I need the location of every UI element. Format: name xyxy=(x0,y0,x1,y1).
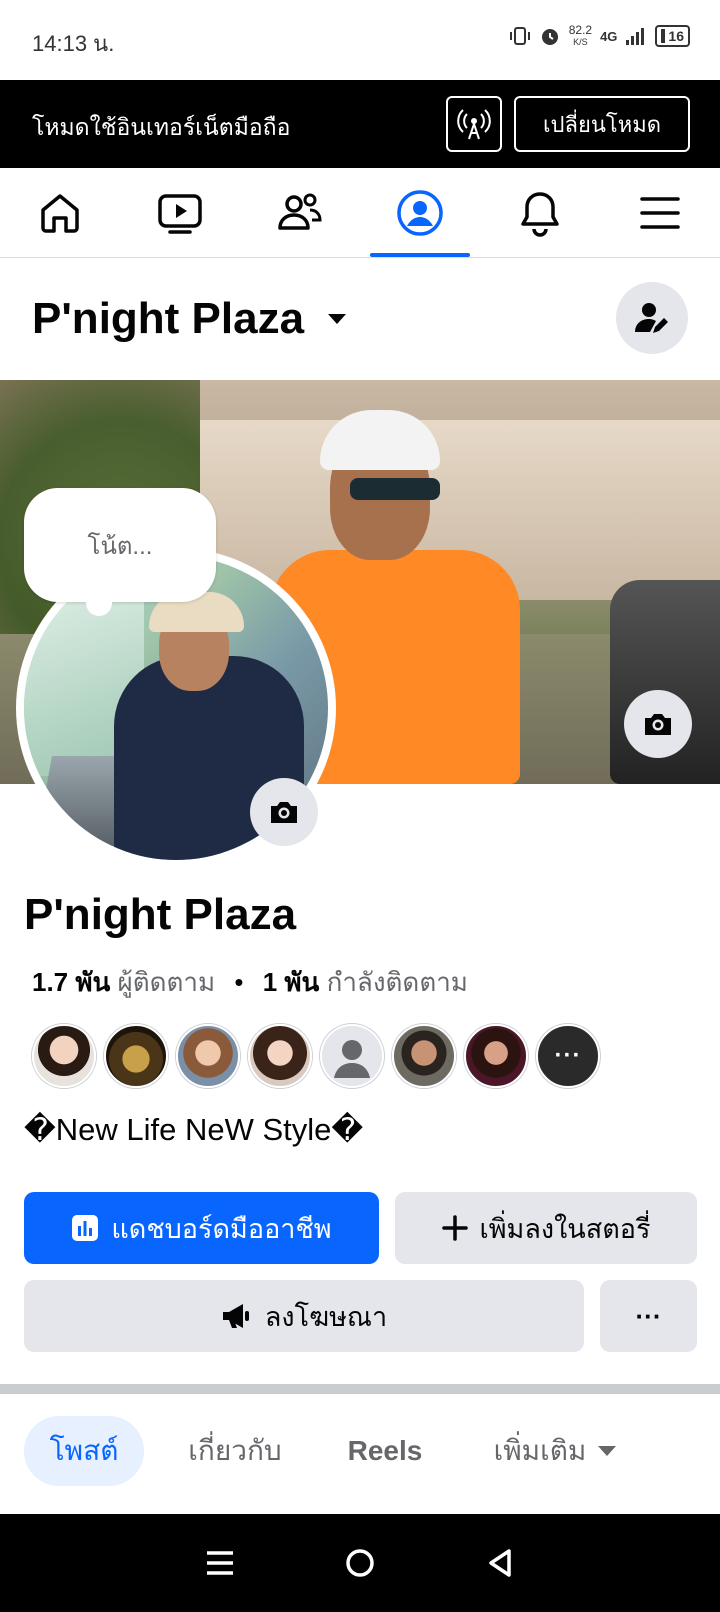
edit-profile-button[interactable] xyxy=(616,282,688,354)
note-placeholder: โน้ต... xyxy=(87,532,153,560)
friend-avatar-default[interactable] xyxy=(320,1024,384,1088)
tab-menu[interactable] xyxy=(600,168,720,257)
more-actions-dots: ··· xyxy=(635,1300,662,1331)
home-icon xyxy=(41,193,79,233)
tab-notifications[interactable] xyxy=(480,168,600,257)
alarm-icon xyxy=(541,29,558,45)
antenna-button[interactable] xyxy=(446,96,502,152)
system-nav-bar xyxy=(0,1514,720,1612)
profile-header: P'night Plaza xyxy=(0,258,720,380)
note-bubble[interactable]: โน้ต... xyxy=(24,488,216,616)
profile-name: P'night Plaza xyxy=(24,890,297,939)
signal-icon xyxy=(626,28,645,45)
tab-video[interactable] xyxy=(120,168,240,257)
switch-mode-button[interactable]: เปลี่ยนโหมด xyxy=(514,96,690,152)
friend-avatar[interactable] xyxy=(104,1024,168,1088)
tab-more[interactable]: เพิ่มเติม xyxy=(470,1416,640,1486)
advertise-button[interactable]: ลงโฆษณา xyxy=(24,1280,584,1352)
section-divider xyxy=(0,1384,720,1394)
menu-icon xyxy=(640,196,680,229)
video-icon xyxy=(158,193,202,234)
vibrate-icon xyxy=(509,27,530,45)
profile-icon xyxy=(397,189,443,236)
friend-avatar[interactable] xyxy=(32,1024,96,1088)
data-mode-text: โหมดใช้อินเทอร์เน็ตมือถือ xyxy=(32,114,291,140)
tab-profile[interactable] xyxy=(360,168,480,257)
tab-reels[interactable]: Reels xyxy=(330,1416,440,1486)
profile-bio: �New Life NeW Style� xyxy=(24,1112,364,1147)
battery-icon: 16 xyxy=(655,25,690,47)
more-dots: ··· xyxy=(554,1042,582,1069)
chevron-down-icon xyxy=(598,1446,617,1456)
camera-icon xyxy=(645,714,671,735)
status-bar: 14:13 น. 82.2 K/S 4G 16 xyxy=(0,0,720,80)
followers-link[interactable]: 1.7 พัน ผู้ติดตาม xyxy=(32,967,215,997)
more-friends-button[interactable]: ··· xyxy=(536,1024,600,1088)
advertise-label: ลงโฆษณา xyxy=(264,1301,388,1332)
add-story-label: เพิ่มลงในสตอรี่ xyxy=(479,1213,651,1244)
network-speed: 82.2 K/S xyxy=(568,23,593,47)
home-button-icon[interactable] xyxy=(345,1548,375,1578)
chevron-down-icon[interactable] xyxy=(328,314,346,324)
camera-icon xyxy=(271,802,297,823)
tab-home[interactable] xyxy=(0,168,120,257)
stats-separator: • xyxy=(234,967,244,997)
friends-row: ··· xyxy=(32,1024,600,1088)
professional-dashboard-button[interactable]: แดชบอร์ดมืออาชีพ xyxy=(24,1192,379,1264)
data-mode-banner: โหมดใช้อินเทอร์เน็ตมือถือ เปลี่ยนโหมด xyxy=(0,80,720,168)
megaphone-icon xyxy=(222,1304,249,1328)
cover-camera-button[interactable] xyxy=(624,690,692,758)
following-link[interactable]: 1 พัน กำลังติดตาม xyxy=(263,967,468,997)
plus-icon xyxy=(441,1215,468,1241)
follow-stats: 1.7 พัน ผู้ติดตาม • 1 พัน กำลังติดตาม xyxy=(32,962,468,1003)
recent-apps-icon[interactable] xyxy=(205,1548,235,1578)
more-actions-button[interactable]: ··· xyxy=(600,1280,697,1352)
back-icon[interactable] xyxy=(485,1548,515,1578)
chart-icon xyxy=(72,1215,99,1241)
tab-posts[interactable]: โพสต์ xyxy=(24,1416,144,1486)
add-to-story-button[interactable]: เพิ่มลงในสตอรี่ xyxy=(395,1192,697,1264)
user-edit-icon xyxy=(635,303,668,333)
status-time: 14:13 น. xyxy=(32,31,115,56)
status-icons: 82.2 K/S 4G 16 xyxy=(509,24,690,48)
dashboard-label: แดชบอร์ดมืออาชีพ xyxy=(111,1213,332,1244)
antenna-icon xyxy=(457,109,491,140)
bell-icon xyxy=(521,191,559,237)
default-user-icon xyxy=(334,1040,370,1078)
friend-avatar[interactable] xyxy=(464,1024,528,1088)
friend-avatar[interactable] xyxy=(392,1024,456,1088)
friend-avatar[interactable] xyxy=(248,1024,312,1088)
profile-tabs: โพสต์ เกี่ยวกับ Reels เพิ่มเติม xyxy=(0,1394,720,1514)
top-nav xyxy=(0,168,720,258)
tab-friends[interactable] xyxy=(240,168,360,257)
friends-icon xyxy=(278,193,322,230)
avatar-camera-button[interactable] xyxy=(250,778,318,846)
header-profile-name[interactable]: P'night Plaza xyxy=(32,294,304,344)
friend-avatar[interactable] xyxy=(176,1024,240,1088)
network-type: 4G xyxy=(600,28,618,44)
tab-about[interactable]: เกี่ยวกับ xyxy=(170,1416,300,1486)
